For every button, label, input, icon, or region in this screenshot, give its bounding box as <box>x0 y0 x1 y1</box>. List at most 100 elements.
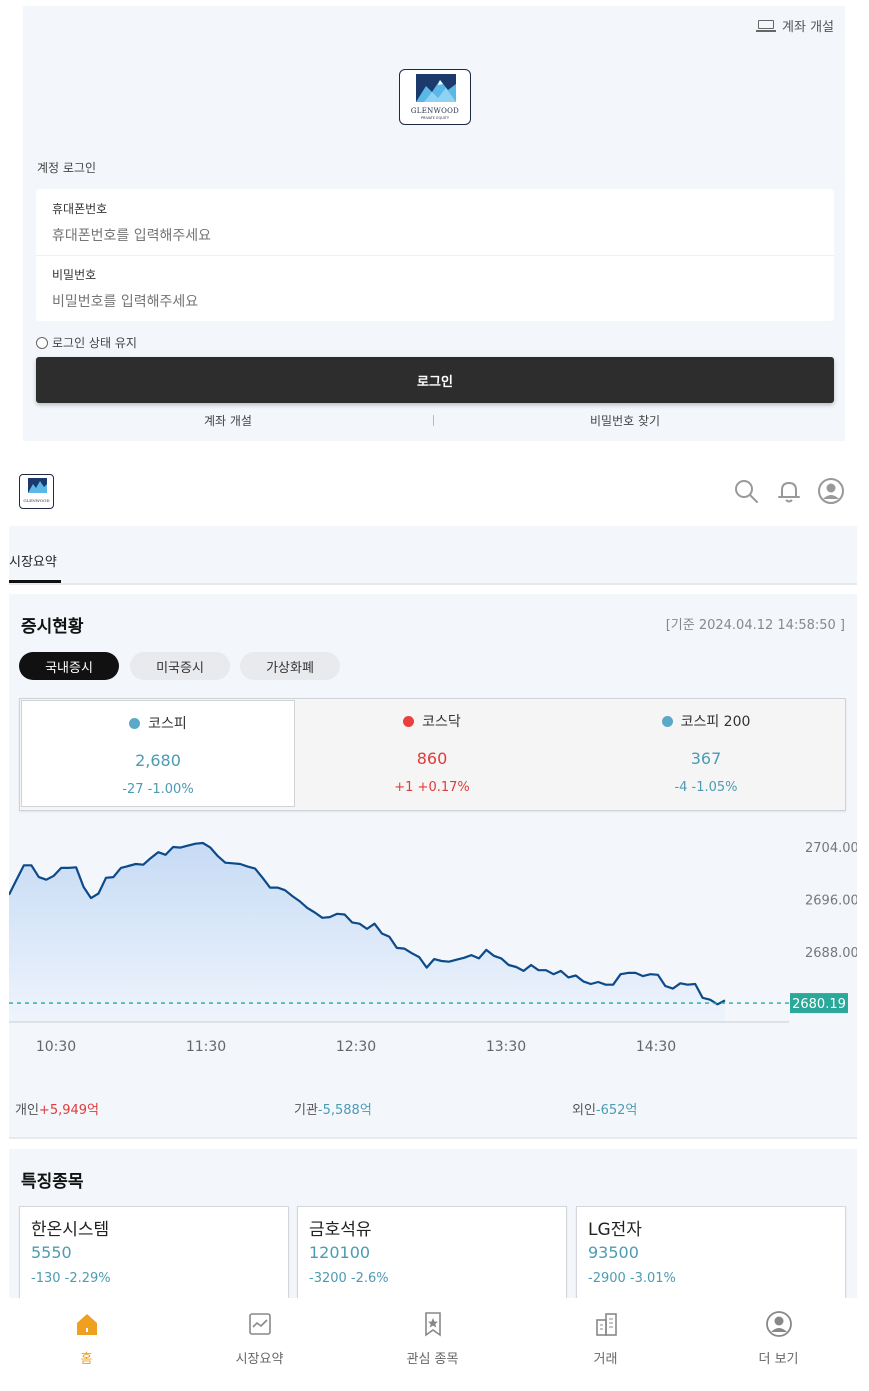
nav-more[interactable]: 더 보기 <box>692 1298 865 1391</box>
search-icon[interactable] <box>732 477 760 505</box>
bottom-navigation: 홈 시장요약 관심 종목 거래 더 보기 <box>0 1298 869 1391</box>
nav-market[interactable]: 시장요약 <box>173 1298 346 1391</box>
nav-home-label: 홈 <box>80 1352 93 1367</box>
bookmark-star-icon <box>424 1312 441 1337</box>
current-value-label: 2680.19 <box>792 997 846 1012</box>
logo-subtext: PRIVATE EQUITY <box>420 116 450 120</box>
index-value: 860 <box>416 749 448 768</box>
stock-change: -3200 -2.6% <box>309 1271 389 1286</box>
login-heading: 계정 로그인 <box>37 161 97 175</box>
index-name: 코스닥 <box>422 714 461 730</box>
market-status-section: 증시현황 [기준 2024.04.12 14:58:50 ] 국내증시 미국증시… <box>9 594 857 1139</box>
tab-market-summary[interactable]: 시장요약 <box>9 551 57 570</box>
index-value: 367 <box>690 749 722 768</box>
flow-foreign: 외인-652억 <box>572 1099 637 1118</box>
index-card-kospi200[interactable]: 코스피 200 367 -4 -1.05% <box>569 699 843 810</box>
login-form: 휴대폰번호 비밀번호 <box>36 189 834 321</box>
keep-login-label: 로그인 상태 유지 <box>52 336 137 350</box>
index-dot <box>403 715 415 727</box>
header-logo-text: GLENWOOD <box>23 498 50 503</box>
chart-area-fill <box>9 843 725 1022</box>
phone-label: 휴대폰번호 <box>52 202 108 216</box>
nav-home[interactable]: 홈 <box>0 1298 173 1391</box>
index-card-kosdaq[interactable]: 코스닥 860 +1 +0.17% <box>295 699 569 810</box>
nav-market-label: 시장요약 <box>235 1352 284 1367</box>
tab-active-indicator <box>9 580 61 583</box>
flow-institution-label: 기관 <box>294 1103 318 1118</box>
y-tick-label: 2688.00 <box>805 946 857 961</box>
pill-crypto[interactable]: 가상화폐 <box>240 652 340 680</box>
stock-name: 한온시스템 <box>31 1220 110 1240</box>
y-tick-label: 2696.00 <box>805 893 857 908</box>
flow-individual-label: 개인 <box>15 1103 39 1118</box>
flow-individual-value: +5,949억 <box>38 1103 99 1118</box>
index-dot <box>661 715 673 727</box>
nav-trade-label: 거래 <box>593 1352 618 1367</box>
keep-login-radio[interactable] <box>36 336 48 349</box>
phone-input[interactable] <box>52 228 812 244</box>
flow-institution-value: -5,588억 <box>317 1103 372 1118</box>
market-title: 증시현황 <box>21 617 84 637</box>
building-icon <box>595 1313 617 1336</box>
login-panel: 계좌 개설 GLENWOOD PRIVATE EQUITY 계정 로그인 휴대폰… <box>23 6 845 441</box>
pill-domestic[interactable]: 국내증시 <box>19 652 119 680</box>
index-dot <box>129 717 141 729</box>
x-tick-label: 14:30 <box>636 1039 676 1055</box>
keep-login-toggle[interactable]: 로그인 상태 유지 <box>36 334 137 351</box>
flow-foreign-value: -652억 <box>595 1103 638 1118</box>
index-chart[interactable]: 2680.19 2704.00 2696.00 2688.00 10:30 11:30 12… <box>9 819 857 1069</box>
stock-name: LG전자 <box>588 1220 642 1240</box>
x-tick-label: 10:30 <box>36 1039 76 1055</box>
open-account-top-link[interactable]: 계좌 개설 <box>756 16 834 35</box>
index-change: -4 -1.05% <box>674 780 738 795</box>
index-summary-box: 코스피 2,680 -27 -1.00% 코스닥 860 +1 +0.17% 코… <box>19 698 846 811</box>
glenwood-logo: GLENWOOD PRIVATE EQUITY <box>399 69 471 125</box>
index-name: 코스피 <box>148 716 187 732</box>
profile-icon[interactable] <box>817 477 845 505</box>
stock-name: 금호석유 <box>309 1220 372 1240</box>
index-card-kospi[interactable]: 코스피 2,680 -27 -1.00% <box>21 700 295 807</box>
x-tick-label: 13:30 <box>486 1039 526 1055</box>
featured-stocks-section: 특징종목 한온시스템 5550 -130 -2.29% 금호석유 120100 … <box>9 1149 857 1316</box>
pill-us[interactable]: 미국증시 <box>130 652 230 680</box>
y-tick-label: 2704.00 <box>805 841 857 856</box>
x-tick-label: 11:30 <box>186 1039 226 1055</box>
bell-icon[interactable] <box>775 477 803 505</box>
stock-change: -2900 -3.01% <box>588 1271 676 1286</box>
profile-icon <box>765 1311 792 1337</box>
field-divider <box>36 255 834 256</box>
stock-price: 5550 <box>31 1243 72 1262</box>
index-change: +1 +0.17% <box>394 780 470 795</box>
stock-change: -130 -2.29% <box>31 1271 111 1286</box>
link-divider <box>433 415 434 426</box>
flow-institution: 기관-5,588억 <box>294 1099 372 1118</box>
featured-title: 특징종목 <box>21 1172 84 1192</box>
flow-foreign-label: 외인 <box>572 1103 596 1118</box>
index-name: 코스피 200 <box>680 714 751 730</box>
index-value: 2,680 <box>135 751 181 770</box>
index-change: -27 -1.00% <box>122 782 194 797</box>
stock-price: 93500 <box>588 1243 639 1262</box>
find-password-link[interactable]: 비밀번호 찾기 <box>590 412 660 429</box>
home-icon <box>76 1314 97 1335</box>
laptop-icon <box>756 19 777 32</box>
chart-icon <box>248 1313 271 1335</box>
nav-more-label: 더 보기 <box>758 1352 799 1367</box>
stock-price: 120100 <box>309 1243 371 1262</box>
tab-bar: 시장요약 <box>9 526 857 585</box>
open-account-link[interactable]: 계좌 개설 <box>204 412 252 429</box>
password-input[interactable] <box>52 294 812 310</box>
password-field-group: 비밀번호 <box>52 266 812 310</box>
header-logo[interactable]: GLENWOOD <box>19 474 54 509</box>
phone-field-group: 휴대폰번호 <box>52 200 812 244</box>
x-tick-label: 12:30 <box>336 1039 376 1055</box>
nav-watchlist-label: 관심 종목 <box>406 1352 459 1367</box>
password-label: 비밀번호 <box>52 268 97 282</box>
logo-text: GLENWOOD <box>410 107 460 115</box>
market-timestamp: [기준 2024.04.12 14:58:50 ] <box>665 618 845 633</box>
nav-trade[interactable]: 거래 <box>519 1298 692 1391</box>
flow-individual: 개인+5,949억 <box>15 1099 99 1118</box>
nav-watchlist[interactable]: 관심 종목 <box>346 1298 519 1391</box>
open-account-top-label: 계좌 개설 <box>782 20 834 35</box>
login-button[interactable]: 로그인 <box>36 357 834 403</box>
